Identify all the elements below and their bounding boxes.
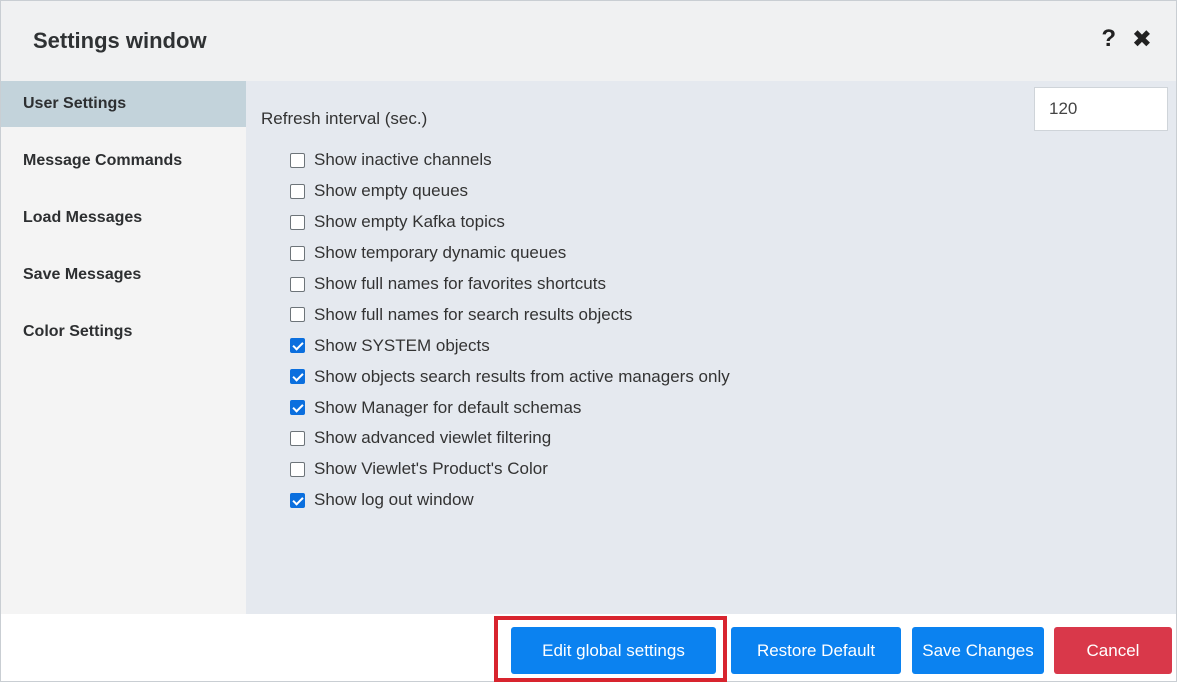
option-row[interactable]: Show full names for favorites shortcuts [290, 269, 730, 300]
option-label: Show temporary dynamic queues [314, 243, 567, 263]
checkbox[interactable] [290, 245, 305, 261]
option-row[interactable]: Show objects search results from active … [290, 361, 730, 392]
checkbox[interactable] [290, 430, 305, 446]
checkbox[interactable] [290, 338, 305, 354]
option-label: Show inactive channels [314, 150, 492, 170]
edit-global-settings-button[interactable]: Edit global settings [511, 627, 716, 674]
user-settings-panel: Refresh interval (sec.) 120 Show inactiv… [246, 81, 1176, 614]
refresh-interval-label: Refresh interval (sec.) [261, 109, 428, 128]
dialog-footer: Edit global settings Restore Default Sav… [1, 614, 1176, 682]
settings-sidebar: User Settings Message Commands Load Mess… [1, 81, 247, 614]
checkbox[interactable] [290, 461, 305, 477]
option-row[interactable]: Show inactive channels [290, 145, 730, 176]
option-label: Show Viewlet's Product's Color [314, 459, 548, 479]
sidebar-item-save-messages[interactable]: Save Messages [1, 252, 246, 298]
option-label: Show log out window [314, 490, 474, 510]
option-label: Show Manager for default schemas [314, 397, 582, 417]
settings-window: Settings window ? ✖ User Settings Messag… [0, 0, 1177, 682]
option-label: Show full names for search results objec… [314, 304, 633, 324]
options-list: Show inactive channels Show empty queues… [290, 145, 730, 516]
checkbox[interactable] [290, 369, 305, 385]
option-row[interactable]: Show full names for search results objec… [290, 299, 730, 330]
option-label: Show empty queues [314, 181, 469, 201]
option-label: Show full names for favorites shortcuts [314, 274, 606, 293]
sidebar-item-color-settings[interactable]: Color Settings [1, 309, 246, 355]
checkbox[interactable] [290, 214, 305, 230]
option-label: Show advanced viewlet filtering [314, 428, 552, 448]
sidebar-item-user-settings[interactable]: User Settings [1, 81, 246, 127]
option-row[interactable]: Show log out window [290, 485, 730, 516]
cancel-button[interactable]: Cancel [1054, 627, 1172, 674]
help-icon[interactable]: ? [1101, 25, 1116, 53]
window-title: Settings window [33, 28, 207, 53]
option-row[interactable]: Show Manager for default schemas [290, 392, 730, 423]
title-bar: Settings window ? ✖ [1, 1, 1176, 82]
option-row[interactable]: Show empty Kafka topics [290, 207, 730, 238]
checkbox[interactable] [290, 307, 305, 323]
checkbox[interactable] [290, 400, 305, 416]
checkbox[interactable] [290, 492, 305, 508]
option-label: Show SYSTEM objects [314, 335, 490, 355]
save-changes-button[interactable]: Save Changes [912, 627, 1044, 674]
checkbox[interactable] [290, 183, 305, 199]
refresh-interval-input[interactable]: 120 [1034, 87, 1168, 131]
checkbox[interactable] [290, 276, 305, 292]
option-row[interactable]: Show advanced viewlet filtering [290, 423, 730, 454]
option-row[interactable]: Show SYSTEM objects [290, 330, 730, 361]
close-icon[interactable]: ✖ [1132, 25, 1152, 54]
option-label: Show empty Kafka topics [314, 212, 505, 232]
option-row[interactable]: Show Viewlet's Product's Color [290, 454, 730, 485]
sidebar-item-message-commands[interactable]: Message Commands [1, 138, 246, 184]
restore-default-button[interactable]: Restore Default [731, 627, 901, 674]
checkbox[interactable] [290, 152, 305, 168]
option-row[interactable]: Show temporary dynamic queues [290, 238, 730, 269]
sidebar-item-load-messages[interactable]: Load Messages [1, 195, 246, 241]
option-row[interactable]: Show empty queues [290, 176, 730, 207]
option-label: Show objects search results from active … [314, 366, 730, 386]
